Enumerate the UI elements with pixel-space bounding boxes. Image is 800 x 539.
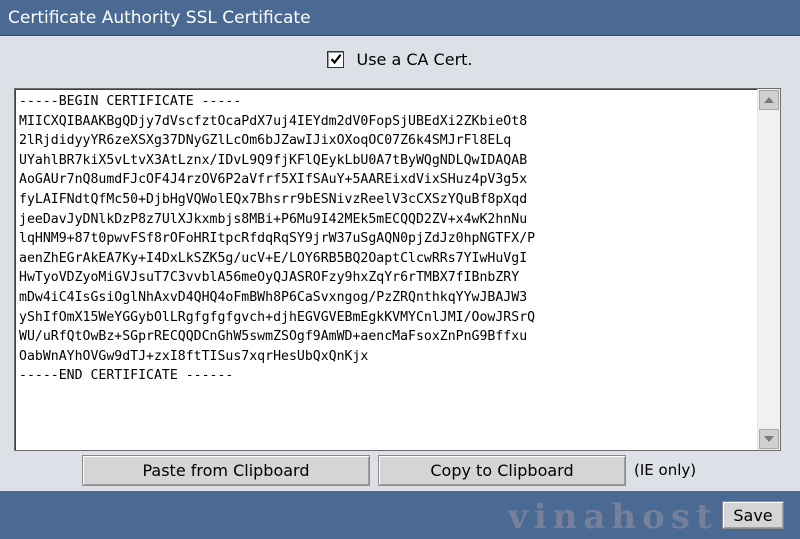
copy-to-clipboard-button[interactable]: Copy to Clipboard	[378, 455, 626, 486]
certificate-textarea[interactable]: -----BEGIN CERTIFICATE ----- MIICXQIBAAK…	[14, 88, 781, 451]
triangle-up-icon	[764, 97, 774, 103]
watermark-logo: vinahost	[508, 497, 718, 537]
scroll-up-button[interactable]	[759, 90, 779, 110]
checkmark-icon	[330, 54, 342, 65]
window-title: Certificate Authority SSL Certificate	[0, 0, 800, 36]
scroll-down-button[interactable]	[759, 429, 779, 449]
vertical-scrollbar[interactable]	[757, 89, 780, 450]
paste-from-clipboard-button[interactable]: Paste from Clipboard	[82, 455, 370, 486]
use-ca-cert-label: Use a CA Cert.	[356, 49, 473, 69]
use-ca-cert-checkbox[interactable]	[327, 50, 345, 68]
save-button[interactable]: Save	[722, 501, 784, 529]
certificate-text[interactable]: -----BEGIN CERTIFICATE ----- MIICXQIBAAK…	[19, 92, 753, 447]
footer-bar: vinahost Save	[0, 491, 800, 539]
certificate-panel: Use a CA Cert. -----BEGIN CERTIFICATE --…	[0, 36, 800, 491]
use-ca-cert-row: Use a CA Cert.	[0, 48, 800, 70]
ie-only-note: (IE only)	[634, 461, 697, 479]
triangle-down-icon	[764, 436, 774, 442]
